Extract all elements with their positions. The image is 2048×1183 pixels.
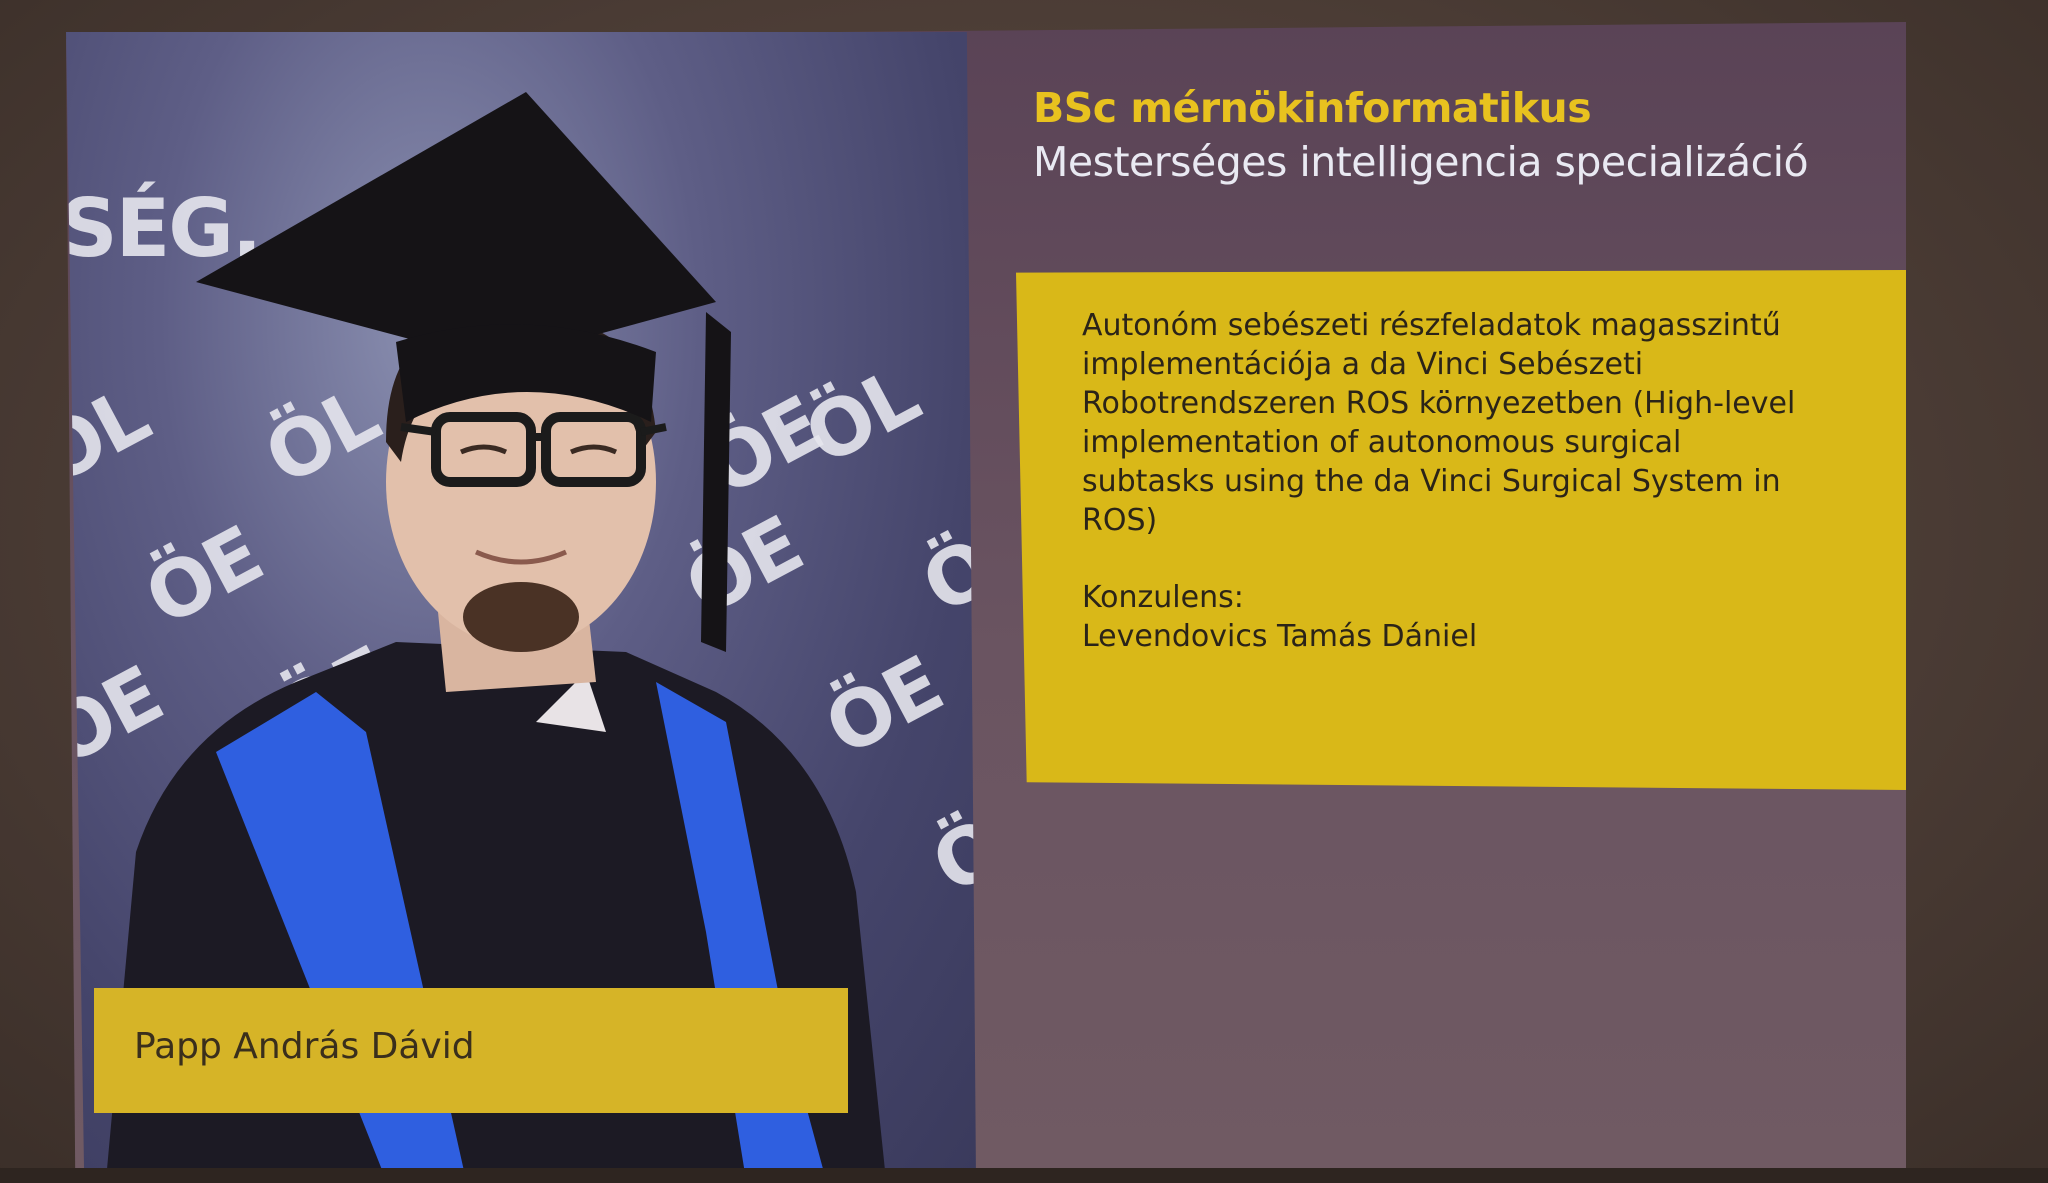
degree-title: BSc mérnökinformatikus [1033, 84, 1592, 132]
thesis-info-content: Autonóm sebészeti részfeladatok magasszi… [1082, 306, 1862, 656]
consultant-label: Konzulens: [1082, 580, 1244, 615]
thesis-info-box: Autonóm sebészeti részfeladatok magasszi… [1016, 270, 1906, 790]
goatee [463, 582, 579, 652]
student-name: Papp András Dávid [134, 1026, 475, 1067]
specialization-title: Mesterséges intelligencia specializáció [1033, 138, 1809, 186]
slide-title: BSc mérnökinformatikus Mesterséges intel… [1033, 84, 1893, 186]
student-name-box: Papp András Dávid [94, 988, 848, 1113]
thesis-title: Autonóm sebészeti részfeladatok magasszi… [1082, 308, 1796, 538]
consultant-name: Levendovics Tamás Dániel [1082, 619, 1478, 654]
tassel [701, 312, 731, 652]
screen-bottom-edge [0, 1168, 2048, 1183]
mortarboard [196, 92, 716, 362]
